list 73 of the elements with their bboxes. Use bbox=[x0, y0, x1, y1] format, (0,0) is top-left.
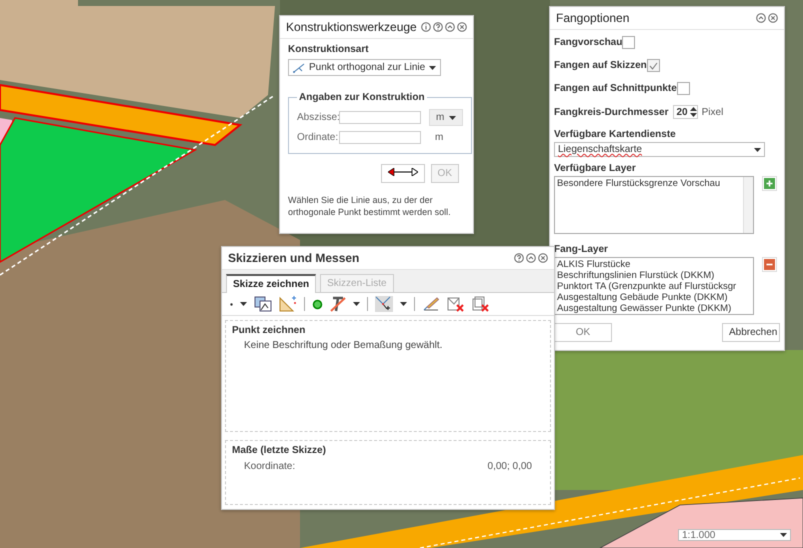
cancel-button[interactable]: Abbrechen bbox=[722, 323, 780, 342]
close-icon[interactable] bbox=[457, 22, 467, 32]
status-message: Keine Beschriftung oder Bemaßung gewählt. bbox=[244, 340, 444, 351]
info-icon[interactable] bbox=[421, 22, 431, 32]
line-point-icon bbox=[293, 62, 305, 72]
construction-type-dropdown[interactable]: Punkt orthogonal zur Linie bbox=[288, 59, 442, 76]
triangle-ruler-icon[interactable] bbox=[279, 296, 297, 312]
remove-button[interactable] bbox=[762, 257, 777, 272]
help-icon[interactable] bbox=[514, 253, 524, 263]
checkbox[interactable] bbox=[646, 59, 660, 72]
ok-button[interactable]: OK bbox=[554, 323, 612, 342]
collapse-icon[interactable] bbox=[756, 13, 766, 23]
list-item[interactable]: Punktort TA (Grenzpunkte auf Flurstücksgr bbox=[557, 281, 736, 292]
section-title: Maße (letzte Skizze) bbox=[232, 445, 327, 456]
layer-list[interactable]: ALKIS Flurstücke Beschriftungslinien Flurstück (DKKM) Punktort TA (Grenzpunkte auf Flurstücksgr Ausgestaltung Gebäude Punkte (DKKM) Ausgestaltung Gewässer Punkte (DKKM) bbox=[554, 257, 754, 315]
caret-icon bbox=[353, 302, 360, 306]
point-caret-icon bbox=[240, 302, 247, 306]
section-label: Fang-Layer bbox=[554, 244, 609, 255]
construction-type-label: Konstruktionsart bbox=[288, 44, 370, 55]
list-item[interactable]: Ausgestaltung Gebäude Punkte (DKKM) bbox=[557, 292, 728, 303]
field-label: Abszisse: bbox=[297, 112, 337, 123]
input-field[interactable] bbox=[339, 111, 421, 124]
checkbox[interactable] bbox=[622, 36, 636, 49]
collapse-icon[interactable] bbox=[526, 253, 536, 263]
measure-label: Koordinate: bbox=[244, 461, 296, 472]
checkbox[interactable] bbox=[676, 82, 690, 95]
unit-label: m bbox=[434, 131, 444, 145]
group-title: Angaben zur Konstruktion bbox=[298, 92, 426, 103]
collapse-icon[interactable] bbox=[445, 22, 455, 32]
double-arrow-icon bbox=[388, 168, 418, 176]
window-title: Fangoptionen bbox=[556, 11, 630, 25]
radius-spinner[interactable]: 20 bbox=[672, 105, 698, 119]
hint-text: Wählen Sie die Linie aus, zu der der orthogonale Punkt bestimmt werden soll. bbox=[288, 195, 452, 218]
window-title: Konstruktionswerkzeuge bbox=[286, 20, 417, 34]
list-item[interactable]: Ausgestaltung Gewässer Punkte (DKKM) bbox=[557, 303, 732, 314]
field-label: Ordinate: bbox=[297, 132, 337, 143]
close-icon[interactable] bbox=[538, 253, 548, 263]
section-label: Verfügbare Kartendienste bbox=[554, 129, 677, 140]
unit-label: Pixel bbox=[702, 106, 724, 118]
pencil-line-icon[interactable] bbox=[422, 296, 440, 312]
copy-sketch-icon[interactable] bbox=[254, 296, 272, 312]
measure-value: 0,00; 0,00 bbox=[488, 461, 532, 472]
list-item[interactable]: Besondere Flurstücksgrenze Vorschau bbox=[557, 178, 720, 189]
section-label: Verfügbare Layer bbox=[554, 163, 637, 174]
window-title: Skizzieren und Messen bbox=[228, 251, 360, 265]
help-icon[interactable] bbox=[433, 22, 443, 32]
caret-icon bbox=[429, 66, 436, 70]
caret-icon bbox=[780, 533, 787, 537]
checkbox-label: Fangvorschau bbox=[554, 37, 622, 48]
layer-list[interactable]: Besondere Flurstücksgrenze Vorschau bbox=[554, 176, 754, 234]
unit-dropdown[interactable]: m bbox=[429, 109, 464, 126]
list-item[interactable]: ALKIS Flurstücke bbox=[557, 259, 630, 270]
delete-sketch-icon[interactable] bbox=[447, 296, 465, 312]
input-field[interactable] bbox=[339, 131, 421, 144]
caret-icon bbox=[400, 302, 407, 306]
caret-icon bbox=[449, 116, 456, 120]
checkbox-label: Fangen auf Schnittpunkte bbox=[554, 83, 677, 94]
add-button[interactable] bbox=[762, 176, 777, 191]
point-icon[interactable] bbox=[230, 302, 233, 306]
tab[interactable]: Skizze zeichnen bbox=[226, 274, 316, 293]
checkbox-label: Fangen auf Skizzen bbox=[554, 60, 647, 71]
delete-all-icon[interactable] bbox=[472, 296, 490, 312]
text-strike-icon[interactable] bbox=[330, 296, 346, 312]
circle-icon[interactable] bbox=[312, 298, 323, 310]
direction-button[interactable] bbox=[380, 164, 425, 183]
close-icon[interactable] bbox=[768, 13, 778, 23]
section-title: Punkt zeichnen bbox=[232, 325, 306, 336]
caret-icon bbox=[754, 148, 761, 152]
scale-dropdown[interactable]: 1:1.000 bbox=[678, 529, 791, 541]
list-item[interactable]: Beschriftungslinien Flurstück (DKKM) bbox=[557, 270, 714, 281]
service-dropdown[interactable]: Liegenschaftskarte bbox=[554, 142, 765, 157]
radius-label: Fangkreis-Durchmesser bbox=[554, 106, 668, 118]
snap-cursor-icon[interactable] bbox=[375, 296, 393, 312]
